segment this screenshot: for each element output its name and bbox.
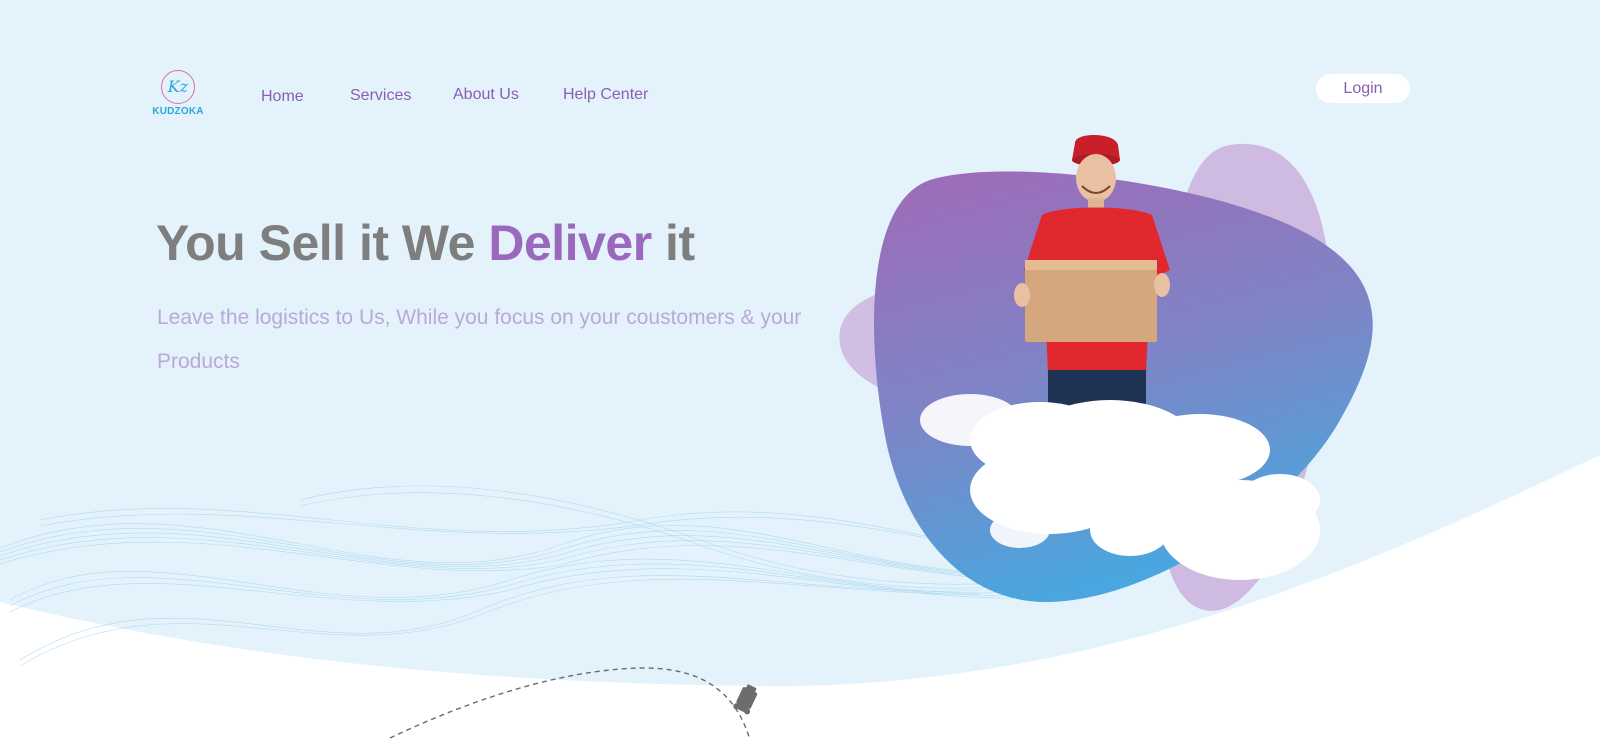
hero-illustration (839, 134, 1373, 611)
hero-title-part1: You Sell it We (156, 215, 489, 271)
delivery-truck-icon (733, 684, 758, 715)
brand-logo[interactable]: Kz KUDZOKA (150, 70, 206, 122)
nav-services[interactable]: Services (350, 87, 411, 105)
nav-home[interactable]: Home (261, 88, 304, 106)
login-button[interactable]: Login (1316, 74, 1410, 103)
nav-about-us[interactable]: About Us (453, 86, 519, 104)
hero-title-accent: Deliver (488, 215, 652, 271)
hero-title-part2: it (651, 215, 695, 271)
logo-wordmark: KUDZOKA (152, 106, 204, 117)
logo-monogram: Kz (161, 70, 195, 104)
hero-subtitle: Leave the logistics to Us, While you foc… (157, 306, 802, 373)
nav-help-center[interactable]: Help Center (563, 86, 648, 104)
hero-title: You Sell it We Deliver it (156, 214, 695, 272)
